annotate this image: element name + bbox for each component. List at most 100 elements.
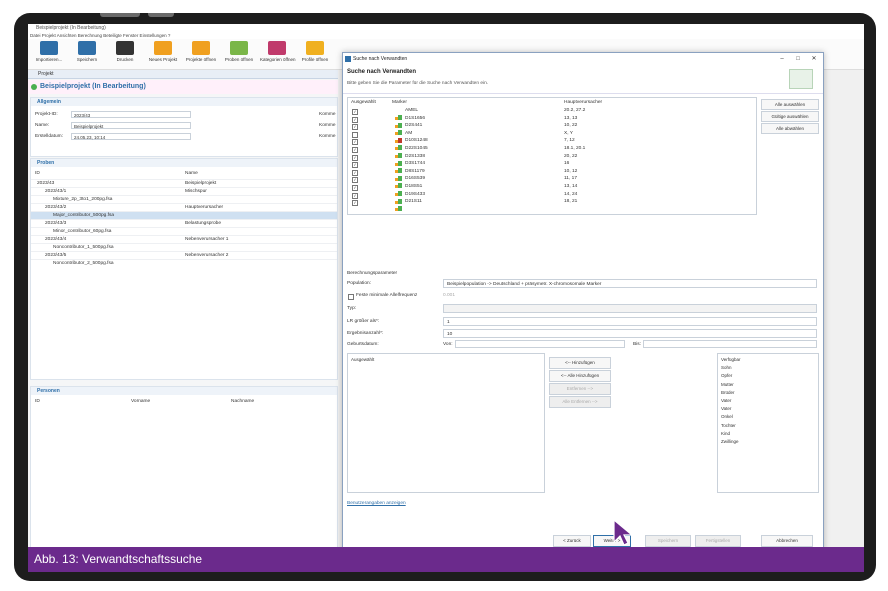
marker-checkbox[interactable] xyxy=(352,131,358,138)
sample-tree-row[interactable]: 2023/43/2 Hauptverursacher xyxy=(31,203,337,211)
marker-row[interactable]: ✓ D10S1248 7, 12 xyxy=(348,138,756,151)
back-button[interactable]: < Zurück xyxy=(553,535,591,547)
marker-checkbox[interactable]: ✓ xyxy=(352,185,358,191)
marker-row[interactable]: ✓ D21S11 18, 21 xyxy=(348,199,756,212)
available-relative-item[interactable]: Kind xyxy=(721,431,730,436)
available-relative-item[interactable]: Mutter xyxy=(721,382,734,387)
maximize-icon[interactable]: □ xyxy=(791,53,805,65)
marker-row[interactable]: ✓ D2S1338 20, 22 xyxy=(348,153,756,166)
available-relative-item[interactable]: Sohn xyxy=(721,365,732,370)
persons-section-header[interactable]: Personen xyxy=(31,387,337,395)
col-selected[interactable]: Ausgewählt xyxy=(351,100,376,105)
lr-field[interactable]: 1 xyxy=(443,317,817,326)
samples-section-header[interactable]: Proben xyxy=(31,159,337,167)
samples-col-id[interactable]: ID xyxy=(35,171,40,176)
menu-bar[interactable]: Datei Projekt Ansichten Berechnung Betei… xyxy=(28,32,864,39)
selected-relatives-list[interactable]: Ausgewählt xyxy=(347,353,545,493)
sample-tree-row[interactable]: 2023/43/1 Mischspur xyxy=(31,187,337,195)
sample-tree-row[interactable]: Noncontributor_2_500pg.fsa xyxy=(31,259,337,267)
marker-row[interactable]: ✓ D1S1656 13, 13 xyxy=(348,116,756,128)
deselect-all-button[interactable]: Alle abwählen xyxy=(761,123,819,134)
project-name-field[interactable]: Beispielprojekt xyxy=(71,122,191,129)
toolbar-button[interactable]: Profile öffnen xyxy=(298,41,332,67)
max-results-label: Ergebnisanzahl*: xyxy=(347,331,384,336)
to-date-field[interactable] xyxy=(643,340,817,348)
sample-tree-row[interactable]: Minor_contributor_60pg.fsa xyxy=(31,227,337,235)
add-button[interactable]: <-- Hinzufügen xyxy=(549,357,611,369)
samples-col-name[interactable]: Name xyxy=(185,171,198,176)
toolbar-button[interactable]: Importieren... xyxy=(32,41,66,67)
toolbar-button[interactable]: Kategorien öffnen xyxy=(260,41,295,67)
toolbar-button[interactable]: Drucken xyxy=(108,41,142,67)
select-valid-button[interactable]: Gültige auswählen xyxy=(761,111,819,122)
sample-tree-row[interactable]: 2023/43/4 Nebenverursacher 1 xyxy=(31,235,337,243)
save-button[interactable]: Speichern xyxy=(645,535,691,547)
marker-row[interactable]: ✓ D8S1179 10, 12 xyxy=(348,169,756,181)
marker-checkbox[interactable]: ✓ xyxy=(352,109,358,115)
sample-tree-row[interactable]: 2023/43/3 Belastungsprobe xyxy=(31,219,337,227)
persons-col-first[interactable]: Vorname xyxy=(131,399,150,404)
window-title: Beispielprojekt (In Bearbeitung) xyxy=(28,24,864,32)
marker-checkbox[interactable]: ✓ xyxy=(352,192,358,199)
marker-checkbox[interactable]: ✓ xyxy=(352,200,358,207)
sample-tree-row[interactable]: Major_contributor_500pg.fsa xyxy=(31,211,337,219)
available-relative-item[interactable]: Onkel xyxy=(721,414,733,419)
sample-tree-row[interactable]: 2023/43 Beispielprojekt xyxy=(31,179,337,187)
toolbar-button[interactable]: Proben öffnen xyxy=(222,41,256,67)
marker-checkbox[interactable]: ✓ xyxy=(352,116,358,123)
available-relative-item[interactable]: Opfer xyxy=(721,373,732,378)
select-all-button[interactable]: Alle auswählen xyxy=(761,99,819,110)
marker-checkbox[interactable]: ✓ xyxy=(352,147,358,153)
abort-button[interactable]: Abbrechen xyxy=(761,535,813,547)
marker-checkbox[interactable]: ✓ xyxy=(352,124,358,131)
from-date-field[interactable] xyxy=(455,340,625,348)
available-relative-item[interactable]: Zwillinge xyxy=(721,439,739,444)
marker-checkbox[interactable]: ✓ xyxy=(352,162,358,169)
marker-row[interactable]: ✓ D18S51 13, 14 xyxy=(348,184,756,196)
col-marker[interactable]: Marker xyxy=(392,100,407,105)
marker-row[interactable]: ✓ D16S539 11, 17 xyxy=(348,176,756,189)
add-all-button[interactable]: <-- Alle Hinzufügen xyxy=(549,370,611,382)
available-relative-item[interactable]: Brüder xyxy=(721,390,735,395)
show-user-input-link[interactable]: Benutzerangaben anzeigen xyxy=(347,501,406,506)
col-main-contributor[interactable]: Hauptverursacher xyxy=(564,100,602,105)
toolbar-button[interactable]: Speichern xyxy=(70,41,104,67)
minimize-icon[interactable]: – xyxy=(775,53,789,65)
toolbar-button[interactable]: Neues Projekt xyxy=(146,41,180,67)
project-id-field[interactable]: 2023/43 xyxy=(71,111,191,118)
marker-checkbox[interactable]: ✓ xyxy=(352,169,358,176)
marker-row[interactable]: AM X, Y xyxy=(348,131,756,143)
remove-all-button[interactable]: Alle Entfernen --> xyxy=(549,396,611,408)
tab-project[interactable]: Projekt xyxy=(28,70,338,79)
finish-button[interactable]: Fertigstellen xyxy=(695,535,741,547)
available-relatives-list[interactable]: Verfügbar Sohn Opfer Mutter Brüder Vater Vater… xyxy=(717,353,819,493)
close-icon[interactable]: ✕ xyxy=(807,53,821,65)
marker-checkbox[interactable]: ✓ xyxy=(352,139,358,146)
marker-row[interactable]: ✓ D19S433 14, 24 xyxy=(348,192,756,204)
remove-button[interactable]: Entfernen --> xyxy=(549,383,611,395)
available-relative-item[interactable]: Tochter xyxy=(721,423,736,428)
min-freq-checkbox[interactable] xyxy=(348,294,354,300)
general-section-header[interactable]: Allgemein xyxy=(31,98,337,106)
marker-row[interactable]: ✓ D22S1045 18.1, 20.1 xyxy=(348,146,756,158)
toolbar-button[interactable]: Projekte öffnen xyxy=(184,41,218,67)
persons-col-last[interactable]: Nachname xyxy=(231,399,254,404)
available-relative-item[interactable]: Vater xyxy=(721,406,731,411)
marker-row[interactable]: ✓ AMEL 20.2, 27.2 xyxy=(348,108,756,120)
marker-checkbox[interactable]: ✓ xyxy=(352,177,358,184)
marker-checkbox[interactable]: ✓ xyxy=(352,154,358,161)
figure-caption: Abb. 13: Verwandtschaftssuche xyxy=(28,547,864,572)
marker-name: D2S1338 xyxy=(405,153,426,159)
created-field[interactable]: 24.05.23, 10:14 xyxy=(71,133,191,140)
marker-row[interactable]: ✓ D2S441 10, 22 xyxy=(348,123,756,136)
sample-tree-row[interactable]: 2023/43/5 Nebenverursacher 2 xyxy=(31,251,337,259)
available-relative-item[interactable]: Vater xyxy=(721,398,731,403)
type-select[interactable] xyxy=(443,304,817,313)
max-results-field[interactable]: 10 xyxy=(443,329,817,338)
sample-tree-row[interactable]: Mixture_2p_3to1_200pg.fsa xyxy=(31,195,337,203)
population-select[interactable]: Beispielpopulation -> Deutschland + präs… xyxy=(443,279,817,288)
marker-row[interactable]: ✓ D3S1744 16 xyxy=(348,161,756,174)
persons-col-id[interactable]: ID xyxy=(35,399,40,404)
sample-tree-row[interactable]: Noncontributor_1_500pg.fsa xyxy=(31,243,337,251)
sample-id: 2023/43/4 xyxy=(45,237,67,242)
